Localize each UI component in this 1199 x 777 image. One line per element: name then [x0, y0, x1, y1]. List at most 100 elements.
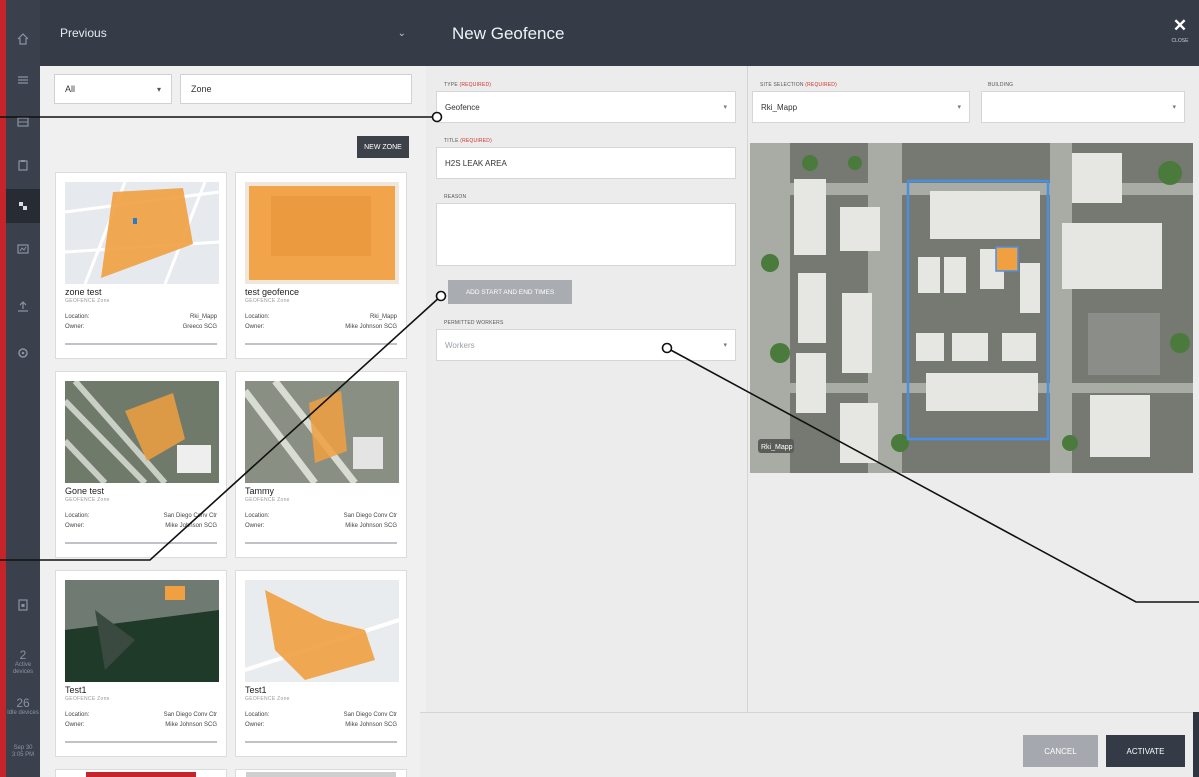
settings-icon[interactable] [6, 336, 40, 370]
zone-card[interactable] [235, 769, 407, 777]
zone-location-row: Location: San Diego Conv Ctr [245, 712, 397, 718]
zone-card[interactable]: zone test GEOFENCE Zone Location: Rki_Map… [55, 172, 227, 359]
zone-name: Test1 [245, 685, 267, 695]
new-zone-button[interactable]: NEW ZONE [357, 136, 409, 158]
zone-card[interactable]: Tammy GEOFENCE Zone Location: San Diego C… [235, 371, 407, 558]
lock-icon[interactable] [6, 588, 40, 622]
previous-label: Previous [60, 26, 107, 40]
zone-location-row: Location: San Diego Conv Ctr [65, 712, 217, 718]
zone-thumbnail [65, 182, 219, 284]
required-tag: (REQUIRED) [459, 82, 492, 88]
card-divider [245, 741, 397, 743]
clock-timestamp: Sep 30 3:05 PM [11, 745, 35, 758]
site-label-text: SITE SELECTION [760, 82, 804, 88]
building-label: BUILDING [988, 82, 1014, 88]
owner-label: Owner: [245, 722, 265, 728]
zone-thumbnail [65, 580, 219, 682]
zone-search-input[interactable]: Zone [180, 74, 412, 104]
location-value: San Diego Conv Ctr [163, 712, 217, 718]
title-label-text: TITLE [444, 138, 459, 144]
zone-type: GEOFENCE Zone [65, 298, 110, 304]
zone-thumbnail [86, 772, 196, 777]
type-select[interactable]: Geofence ▾ [436, 91, 736, 123]
card-divider [65, 343, 217, 345]
card-divider [245, 542, 397, 544]
chart-icon[interactable] [6, 232, 40, 266]
zone-thumbnail [245, 381, 399, 483]
idle-devices-label: Idle devices [7, 710, 39, 716]
owner-label: Owner: [245, 523, 265, 529]
zone-name: zone test [65, 287, 102, 297]
zone-name: Tammy [245, 486, 274, 496]
zone-type: GEOFENCE Zone [245, 298, 290, 304]
zone-owner-row: Owner: Mike Johnson SCG [245, 324, 397, 330]
title-label: TITLE (REQUIRED) [444, 138, 492, 144]
close-icon[interactable]: ✕ [1171, 17, 1189, 34]
zone-owner-row: Owner: Mike Johnson SCG [245, 523, 397, 529]
card-divider [65, 542, 217, 544]
modal-title: New Geofence [452, 24, 565, 43]
building-select[interactable]: ▾ [981, 91, 1185, 123]
site-select[interactable]: Rki_Mapp ▾ [752, 91, 970, 123]
zone-type: GEOFENCE Zone [65, 696, 110, 702]
zone-owner-row: Owner: Mike Johnson SCG [65, 722, 217, 728]
modal-header: New Geofence ✕ CLOSE [426, 0, 1199, 66]
title-input[interactable]: H2S LEAK AREA [436, 147, 736, 179]
zone-thumbnail [65, 381, 219, 483]
geofence-icon[interactable] [6, 189, 40, 223]
type-label: TYPE (REQUIRED) [444, 82, 491, 88]
site-map[interactable]: Rki_Mapp [750, 143, 1193, 473]
filter-select-value: All [65, 84, 76, 94]
clipboard-icon[interactable] [6, 148, 40, 182]
zone-name: Test1 [65, 685, 87, 695]
owner-value: Mike Johnson SCG [165, 722, 217, 728]
add-start-end-times-button[interactable]: ADD START AND END TIMES [448, 280, 572, 304]
close-label[interactable]: CLOSE [1169, 38, 1191, 44]
cancel-button[interactable]: CANCEL [1023, 735, 1098, 767]
active-devices-stat: 2 Active devices [6, 648, 40, 676]
owner-value: Greeco SCG [182, 324, 217, 330]
owner-value: Mike Johnson SCG [345, 722, 397, 728]
type-value: Geofence [445, 102, 480, 112]
zone-card[interactable]: Test1 GEOFENCE Zone Location: San Diego C… [235, 570, 407, 757]
sidebar-rail: 2 Active devices 26 Idle devices Sep 30 … [6, 0, 40, 777]
card-divider [245, 343, 397, 345]
idle-devices-stat: 26 Idle devices [6, 696, 40, 717]
location-label: Location: [245, 314, 270, 320]
zone-location-row: Location: Rki_Mapp [65, 314, 217, 320]
zone-card[interactable] [55, 769, 227, 777]
zone-card[interactable]: test geofence GEOFENCE Zone Location: Rki… [235, 172, 407, 359]
location-value: Rki_Mapp [189, 314, 217, 320]
location-label: Location: [65, 513, 90, 519]
site-value: Rki_Mapp [761, 102, 798, 112]
owner-value: Mike Johnson SCG [345, 324, 397, 330]
workers-select[interactable]: Workers ▾ [436, 329, 736, 361]
required-tag: (REQUIRED) [460, 138, 492, 144]
idle-devices-count: 26 [16, 696, 30, 710]
zone-card[interactable]: Gone test GEOFENCE Zone Location: San Die… [55, 371, 227, 558]
select-caret-icon: ▾ [1172, 104, 1176, 111]
owner-value: Mike Johnson SCG [345, 523, 397, 529]
previous-dropdown[interactable]: Previous ⌄ [40, 0, 426, 66]
zone-name: Gone test [65, 486, 105, 496]
type-label-text: TYPE [444, 82, 458, 88]
owner-value: Mike Johnson SCG [165, 523, 217, 529]
title-value: H2S LEAK AREA [445, 158, 507, 168]
upload-icon[interactable] [6, 290, 40, 324]
reason-textarea[interactable] [436, 203, 736, 266]
activate-button[interactable]: ACTIVATE [1106, 735, 1185, 767]
list-icon[interactable] [6, 63, 40, 97]
search-value: Zone [191, 84, 212, 94]
location-label: Location: [65, 712, 90, 718]
location-value: San Diego Conv Ctr [163, 513, 217, 519]
zone-filter-select[interactable]: All ▾ [54, 74, 172, 104]
zone-owner-row: Owner: Mike Johnson SCG [245, 722, 397, 728]
select-caret-icon: ▾ [723, 342, 727, 349]
zone-thumbnail [245, 580, 399, 682]
location-value: San Diego Conv Ctr [343, 513, 397, 519]
location-value: Rki_Mapp [369, 314, 397, 320]
zone-card[interactable]: Test1 GEOFENCE Zone Location: San Diego C… [55, 570, 227, 757]
home-icon[interactable] [6, 22, 40, 56]
grid-icon[interactable] [6, 105, 40, 139]
zones-panel: All ▾ Zone NEW ZONE zone test GEOFENCE Z… [40, 66, 429, 777]
